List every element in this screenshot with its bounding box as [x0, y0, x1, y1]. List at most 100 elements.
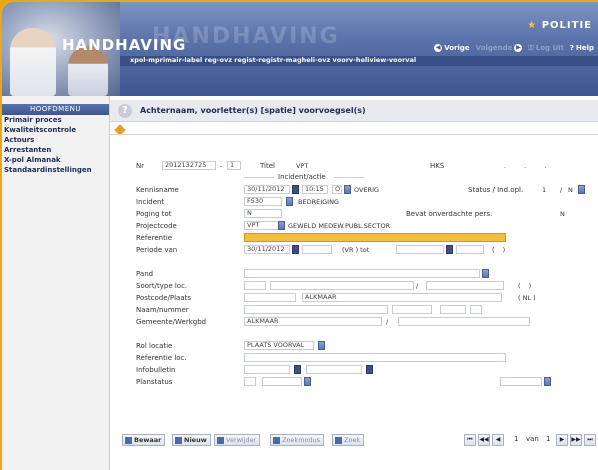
periode-label: Periode van	[136, 246, 178, 254]
pand-field[interactable]	[244, 269, 480, 278]
type-field[interactable]	[426, 281, 504, 290]
logout-button[interactable]: ⚿ Log Uit	[528, 44, 563, 53]
gemeente-field[interactable]: ALKMAAR	[244, 317, 382, 326]
zoekmodus-label: Zoekmodus	[282, 436, 321, 444]
periode-vr: (VR ) tot	[342, 246, 370, 254]
first-page-button[interactable]: ⏮	[464, 434, 476, 446]
kennisname-label: Kennisname	[136, 186, 179, 194]
infobulletin-from-field[interactable]	[244, 365, 290, 374]
delete-icon	[217, 436, 224, 444]
planstatus-label: Planstatus	[136, 378, 173, 386]
sidebar-item-kwaliteitscontrole[interactable]: Kwaliteitscontrole	[2, 125, 109, 135]
next10-button[interactable]: ▶▶	[570, 434, 582, 446]
kennisname-time-field[interactable]: 10:15	[302, 185, 328, 194]
search-bar[interactable]: ? Achternaam, voorletter(s) [spatie] voo…	[110, 100, 598, 122]
prev-page-button[interactable]: ◀	[492, 434, 504, 446]
kennisname-date-field[interactable]: 30/11/2012	[244, 185, 290, 194]
bottom-toolbar: Bewaar Nieuw Verwijder Zoekmodus Zoek ⏮ …	[122, 434, 598, 448]
key-icon: ⚿	[528, 43, 534, 52]
help-icon: ?	[569, 44, 574, 52]
sidebar-item-arrestanten[interactable]: Arrestanten	[2, 145, 109, 155]
rol-label: Rol locatie	[136, 342, 173, 350]
incident-desc: BEDREIGING	[298, 198, 339, 206]
infobulletin-label: Infobulletin	[136, 366, 176, 374]
search-icon	[335, 436, 342, 444]
periode-tot-date-field[interactable]	[396, 245, 444, 254]
rol-dropdown-icon[interactable]	[318, 341, 325, 350]
planstatus-extra-field[interactable]	[500, 377, 542, 386]
next-button[interactable]: Volgende ▶	[476, 44, 523, 52]
toevoeging-field[interactable]	[440, 305, 466, 314]
nummer-field[interactable]	[392, 305, 432, 314]
periode-calendar-icon[interactable]	[292, 245, 299, 254]
star-icon: ★	[527, 20, 542, 31]
zoek-button[interactable]: Zoek	[332, 434, 365, 446]
planstatus-dropdown-icon[interactable]	[304, 377, 311, 386]
soort-code-field[interactable]	[244, 281, 266, 290]
planstatus-extra-dropdown-icon[interactable]	[544, 377, 551, 386]
extra-field[interactable]	[470, 305, 482, 314]
projectcode-field[interactable]: VPT	[244, 221, 280, 230]
sidebar: HOOFDMENU Primair proces Kwaliteitscontr…	[2, 96, 110, 470]
verwijder-button[interactable]: Verwijder	[214, 434, 261, 446]
infobulletin-to-field[interactable]	[306, 365, 362, 374]
bewaar-label: Bewaar	[134, 436, 162, 444]
search-hint: Achternaam, voorletter(s) [spatie] voorv…	[140, 106, 366, 115]
periode-tot-calendar-icon[interactable]	[446, 245, 453, 254]
nieuw-label: Nieuw	[184, 436, 207, 444]
infobulletin-calendar-icon[interactable]	[294, 365, 301, 374]
nr-suffix-field[interactable]: 1	[227, 161, 241, 170]
nr-label: Nr	[136, 162, 145, 170]
gemeente-label: Gemeente/Werkgbd	[136, 318, 207, 326]
next-page-button[interactable]: ▶	[556, 434, 568, 446]
kennisname-code-field[interactable]: O	[332, 185, 342, 194]
bevat-label: Bevat onverdachte pers.	[406, 210, 493, 218]
projectcode-dropdown-icon[interactable]	[278, 221, 285, 230]
calendar-icon[interactable]	[292, 185, 299, 194]
zoekmodus-button[interactable]: Zoekmodus	[270, 434, 325, 446]
nieuw-button[interactable]: Nieuw	[172, 434, 211, 446]
sidebar-item-primair-proces[interactable]: Primair proces	[2, 115, 109, 125]
new-icon	[175, 436, 182, 444]
last-page-button[interactable]: ⏭	[584, 434, 596, 446]
rol-field[interactable]: PLAATS VOORVAL	[244, 341, 314, 350]
referentie-field[interactable]	[244, 233, 506, 242]
menu-breadcrumb[interactable]: xpol-mprimair-label reg-ovz regist-regis…	[120, 56, 598, 65]
periode-time-field[interactable]	[302, 245, 332, 254]
sidebar-item-standaardinstellingen[interactable]: Standaardinstellingen	[2, 165, 109, 175]
planstatus-desc-field[interactable]	[262, 377, 302, 386]
page-total: 1	[546, 435, 551, 443]
status-dropdown-icon[interactable]	[578, 185, 585, 194]
hks-dots: . . .	[504, 162, 555, 170]
infobulletin-calendar-icon-2[interactable]	[366, 365, 373, 374]
incident-code-field[interactable]: F530	[244, 197, 282, 206]
sidebar-item-almanak[interactable]: X-pol Almanak	[2, 155, 109, 165]
pand-dropdown-icon[interactable]	[482, 269, 489, 278]
periode-date-field[interactable]: 30/11/2012	[244, 245, 290, 254]
app-window: HANDHAVING HANDHAVING ★ POLITIE ◀ Vorige …	[2, 2, 598, 470]
dropdown-icon[interactable]	[344, 185, 351, 194]
planstatus-code-field[interactable]	[244, 377, 256, 386]
nr-field[interactable]: 2012132725	[162, 161, 216, 170]
poging-field[interactable]: N	[244, 209, 282, 218]
header: HANDHAVING HANDHAVING ★ POLITIE ◀ Vorige …	[2, 2, 598, 96]
prev-label: Vorige	[444, 44, 470, 52]
periode-tot-time-field[interactable]	[456, 245, 484, 254]
postcode-label: Postcode/Plaats	[136, 294, 192, 302]
hks-label: HKS	[430, 162, 445, 170]
soort-desc-field[interactable]	[270, 281, 414, 290]
bewaar-button[interactable]: Bewaar	[122, 434, 166, 446]
help-circle-icon[interactable]: ?	[118, 104, 132, 118]
sidebar-item-actours[interactable]: Actours	[2, 135, 109, 145]
prev10-button[interactable]: ◀◀	[478, 434, 490, 446]
refloc-field[interactable]	[244, 353, 506, 362]
help-button[interactable]: ? Help	[570, 44, 594, 52]
naam-field[interactable]	[244, 305, 388, 314]
next-label: Volgende	[475, 44, 513, 52]
projectcode-desc: GEWELD MEDEW.PUBL.SECTOR	[288, 222, 391, 230]
werkgebied-field[interactable]	[398, 317, 530, 326]
postcode-field[interactable]	[244, 293, 296, 302]
prev-button[interactable]: ◀ Vorige	[434, 44, 470, 52]
incident-dropdown-icon[interactable]	[286, 197, 293, 206]
plaats-field[interactable]: ALKMAAR	[302, 293, 502, 302]
